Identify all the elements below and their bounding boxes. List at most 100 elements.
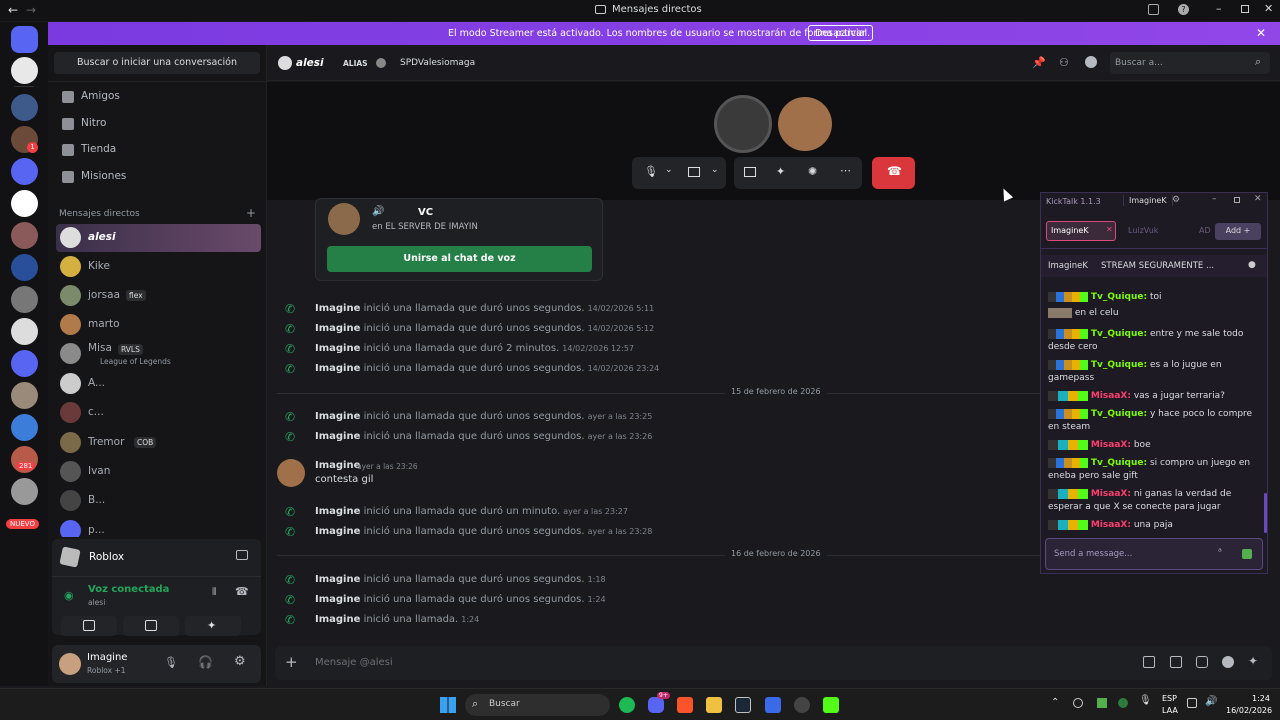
server-icon[interactable] [11,57,38,84]
kicktalk-tab[interactable]: ImagineK [1123,195,1173,206]
discord-icon[interactable] [648,697,664,713]
dm-item[interactable]: c... [56,399,261,427]
server-icon[interactable] [11,382,38,409]
language-layout[interactable]: LAA [1162,706,1178,715]
volume-icon[interactable]: 🔊 [1205,696,1217,707]
join-voice-button[interactable]: Unirse al chat de voz [327,246,592,272]
sticker-icon[interactable] [1196,656,1208,668]
back-arrow-icon[interactable]: ← [8,3,18,17]
mic-control[interactable]: 🎙 ⌄ ⌄ [632,157,726,189]
pin-icon[interactable]: 📌 [1032,56,1046,69]
message-author[interactable]: Imagine [315,460,360,471]
close-icon[interactable]: ✕ [1254,194,1262,204]
dm-item-misa[interactable]: Misa RVLS League of Legends [56,340,261,370]
maximize-icon[interactable] [1241,5,1249,13]
call-participant-avatar[interactable] [778,97,832,151]
user-icon[interactable]: ● [1248,260,1256,270]
help-icon[interactable]: ? [1178,4,1189,15]
emoji-icon[interactable] [1222,656,1234,668]
discord-home-icon[interactable] [11,26,38,53]
spotify-icon[interactable] [619,697,635,713]
dm-item-ivan[interactable]: Ivan [56,458,261,486]
headphones-icon[interactable]: 🎧 [198,655,213,669]
apps-icon[interactable]: ✦ [1248,654,1258,668]
server-icon[interactable] [11,350,38,377]
server-icon[interactable] [11,158,38,185]
profile-icon[interactable] [1085,56,1097,68]
dm-item-marto[interactable]: marto [56,311,261,339]
call-actions[interactable]: ✦ ✺ ⋯ [734,157,862,189]
message-composer[interactable]: + Mensaje @alesi ✦ [275,646,1272,680]
mic-icon[interactable]: 🎙 [1139,695,1152,706]
screen-share-icon[interactable] [236,550,248,560]
network-icon[interactable] [1187,698,1197,708]
maximize-icon[interactable] [1234,197,1240,203]
dm-item[interactable]: p... [56,517,261,537]
nav-quests[interactable]: Misiones [56,165,261,189]
minimize-icon[interactable]: – [1216,2,1222,15]
dm-item-tremor[interactable]: Tremor COB [56,429,261,457]
share-screen-button[interactable] [123,616,179,636]
taskbar-search[interactable]: ⌕ Buscar [465,694,610,716]
activities-button[interactable]: ✦ [185,616,241,636]
server-icon[interactable] [11,254,38,281]
clock-time[interactable]: 1:24 [1252,694,1270,703]
brave-icon[interactable] [677,697,693,713]
add-channel-button[interactable]: Add + [1215,223,1261,240]
settings-icon[interactable]: ⚙ [234,654,246,669]
dm-item-alesi[interactable]: alesi [56,224,261,252]
tray-icon[interactable] [1118,698,1128,708]
app-icon[interactable] [794,697,810,713]
close-icon[interactable]: ✕ [1106,225,1113,234]
user-avatar[interactable] [59,653,81,675]
nav-friends[interactable]: Amigos [56,85,261,109]
hang-up-button[interactable]: ☎ [872,157,915,189]
channel-chip[interactable]: AD [1199,226,1211,235]
emote-icon[interactable] [1242,549,1252,559]
new-dm-icon[interactable]: + [246,206,256,220]
send-message-input[interactable]: Send a message... ᵃ [1045,538,1263,570]
tray-icon[interactable] [1097,698,1107,708]
app-icon[interactable] [765,697,781,713]
dm-item[interactable]: A... [56,370,261,398]
server-icon[interactable] [11,222,38,249]
windows-start-icon[interactable] [440,697,456,713]
dm-item[interactable]: B... [56,487,261,515]
search-input[interactable]: Buscar a... ⌕ [1110,52,1270,74]
close-window-icon[interactable]: ✕ [1264,2,1273,15]
chevron-up-icon[interactable]: ⌃ [1051,697,1059,708]
close-banner-icon[interactable]: ✕ [1256,26,1266,40]
nav-nitro[interactable]: Nitro [56,112,261,136]
clock-date[interactable]: 16/02/2026 [1226,706,1272,715]
server-icon[interactable] [11,190,38,217]
settings-icon[interactable]: ⚙ [1172,195,1180,205]
gift-icon[interactable] [1143,656,1155,668]
translate-icon[interactable]: ᵃ [1218,547,1222,558]
dm-search-button[interactable]: Buscar o iniciar una conversación [54,52,260,74]
noise-suppression-icon[interactable]: ⦀ [212,587,216,598]
deactivate-button[interactable]: Desactivar [808,25,873,41]
dm-item-jorsaa[interactable]: jorsaa flex [56,282,261,310]
kick-icon[interactable] [823,697,839,713]
inbox-icon[interactable] [1148,4,1159,15]
call-participant-avatar[interactable] [714,95,772,153]
message-avatar[interactable] [277,459,305,487]
forward-arrow-icon[interactable]: → [26,3,36,17]
mic-icon[interactable]: 🎙 [164,656,178,669]
file-explorer-icon[interactable] [706,697,722,713]
server-icon[interactable] [11,94,38,121]
camera-off-button[interactable] [61,616,117,636]
dm-item-kike[interactable]: Kike [56,253,261,281]
server-icon[interactable] [11,414,38,441]
chat-scrollbar[interactable] [1264,493,1267,533]
disconnect-icon[interactable]: ☎ [235,585,249,598]
minimize-icon[interactable]: – [1212,194,1217,204]
channel-chip[interactable]: LuizVuk [1128,226,1158,235]
steam-icon[interactable] [735,697,751,713]
attach-icon[interactable]: + [285,653,298,671]
server-icon[interactable] [11,318,38,345]
server-icon[interactable] [11,478,38,505]
gif-icon[interactable] [1170,656,1182,668]
server-icon[interactable] [11,286,38,313]
language-code[interactable]: ESP [1162,694,1177,703]
